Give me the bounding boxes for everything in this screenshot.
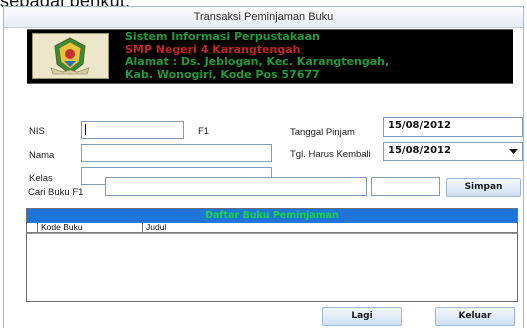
tgl-harus-kembali-label: Tgl. Harus Kembali [290, 149, 371, 160]
row-selector-header [27, 223, 38, 233]
kelas-label: Kelas [29, 173, 53, 184]
cari-buku-field[interactable] [105, 177, 367, 196]
chevron-down-icon[interactable] [506, 144, 521, 159]
keluar-button[interactable]: Keluar [435, 307, 515, 326]
lagi-button[interactable]: Lagi [322, 307, 402, 326]
header-text-block: Sistem Informasi Perpustakaan SMP Negeri… [125, 30, 390, 81]
tgl-harus-kembali-dropdown[interactable]: 15/08/2012 [383, 142, 523, 161]
transaksi-window: Transaksi Peminjaman Buku Sistem Informa… [3, 6, 524, 328]
nis-label: NIS [29, 126, 45, 137]
grid-empty-row-line [27, 233, 517, 234]
simpan-button[interactable]: Simpan [446, 178, 521, 197]
tanggal-pinjam-field[interactable]: 15/08/2012 [383, 117, 523, 137]
cari-buku-extra-field[interactable] [371, 177, 440, 196]
nama-label: Nama [29, 150, 55, 161]
column-header-judul[interactable]: Judul [143, 223, 517, 233]
header-line-1: Sistem Informasi Perpustakaan [125, 30, 320, 43]
screenshot-page: sebagai berikut: Transaksi Peminjaman Bu… [0, 0, 527, 328]
window-title: Transaksi Peminjaman Buku [4, 7, 523, 28]
tanggal-pinjam-label: Tanggal Pinjam [290, 127, 355, 138]
header-banner: Sistem Informasi Perpustakaan SMP Negeri… [27, 29, 513, 84]
tgl-harus-kembali-value: 15/08/2012 [388, 145, 451, 156]
header-line-4: Kab. Wonogiri, Kode Pos 57677 [125, 67, 320, 81]
nama-field[interactable] [81, 144, 272, 162]
grid-header-row: Kode Buku Judul [27, 223, 517, 233]
text-caret [85, 124, 86, 135]
header-line-3: Alamat : Ds. Jeblogan, Kec. Karangtengah… [125, 55, 390, 68]
regency-emblem-svg [33, 34, 108, 78]
grid-title: Daftar Buku Peminjaman [27, 209, 517, 223]
column-header-kode-buku[interactable]: Kode Buku [38, 223, 143, 233]
nis-field[interactable] [81, 121, 184, 139]
regency-emblem-icon [32, 33, 109, 79]
nis-shortcut-hint: F1 [198, 126, 210, 137]
cari-buku-label: Cari Buku F1 [28, 187, 84, 198]
daftar-buku-grid: Daftar Buku Peminjaman Kode Buku Judul [26, 208, 518, 302]
